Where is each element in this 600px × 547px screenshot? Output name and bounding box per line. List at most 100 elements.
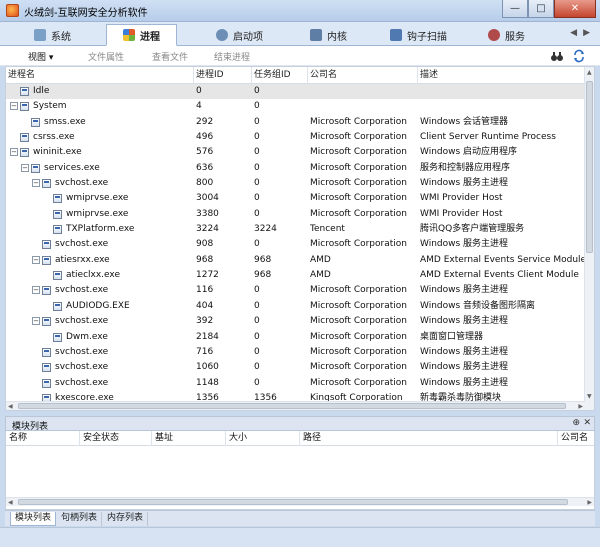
column-task-group-id[interactable]: 任务组ID bbox=[252, 67, 308, 84]
process-tgid: 968 bbox=[254, 254, 272, 265]
maximize-button[interactable]: □ bbox=[528, 0, 554, 18]
process-row[interactable]: smss.exe 292 0 Microsoft Corporation Windows… bbox=[6, 115, 585, 130]
binoculars-icon[interactable] bbox=[550, 49, 564, 63]
process-row[interactable]: TXPlatform.exe 3224 3224 Tencent 腾讯QQ多客户端管理服… bbox=[6, 222, 585, 237]
process-row[interactable]: csrss.exe 496 0 Microsoft Corporation Client… bbox=[6, 130, 585, 145]
process-pid: 4 bbox=[196, 101, 202, 112]
tab-process[interactable]: 进程 bbox=[106, 24, 177, 46]
tab-scroll-arrows[interactable]: ◀▶ bbox=[570, 28, 596, 38]
process-name: Dwm.exe bbox=[66, 331, 108, 342]
scroll-right-arrow[interactable]: ▶ bbox=[578, 403, 583, 410]
tab-module-list[interactable]: 模块列表 bbox=[10, 512, 57, 526]
process-row[interactable]: atieclxx.exe 1272 968 AMD AMD External Event… bbox=[6, 268, 585, 283]
process-row[interactable]: Dwm.exe 2184 0 Microsoft Corporation 桌面窗口管理器 bbox=[6, 330, 585, 345]
module-column-path[interactable]: 路径 bbox=[300, 431, 558, 446]
module-column-base[interactable]: 基址 bbox=[152, 431, 226, 446]
process-horizontal-scroll-thumb[interactable] bbox=[18, 403, 566, 409]
process-description: WMI Provider Host bbox=[420, 193, 503, 204]
column-company[interactable]: 公司名 bbox=[308, 67, 418, 84]
process-row[interactable]: svchost.exe 1148 0 Microsoft Corporation Win… bbox=[6, 376, 585, 391]
minimize-button[interactable]: — bbox=[502, 0, 528, 18]
process-row[interactable]: Idle 0 0 bbox=[6, 84, 585, 100]
scroll-down-arrow[interactable]: ▼ bbox=[587, 393, 592, 400]
column-pid[interactable]: 进程ID bbox=[194, 67, 252, 84]
process-description: Windows 服务主进程 bbox=[420, 377, 509, 388]
process-tgid: 0 bbox=[254, 101, 260, 112]
process-tgid: 0 bbox=[254, 285, 260, 296]
process-row[interactable]: svchost.exe 1060 0 Microsoft Corporation Win… bbox=[6, 360, 585, 375]
process-description: Windows 服务主进程 bbox=[420, 178, 509, 189]
process-vertical-scroll-thumb[interactable] bbox=[586, 81, 593, 253]
modules-scroll-right-arrow[interactable]: ▶ bbox=[587, 499, 592, 506]
process-tgid: 0 bbox=[254, 362, 260, 373]
scroll-up-arrow[interactable]: ▲ bbox=[587, 69, 592, 76]
process-row[interactable]: wmiprvse.exe 3004 0 Microsoft Corporation WM… bbox=[6, 191, 585, 206]
file-properties-button[interactable]: 文件属性 bbox=[88, 50, 124, 63]
process-pid: 392 bbox=[196, 316, 214, 327]
process-row[interactable]: − svchost.exe 392 0 Microsoft Corporation Win… bbox=[6, 314, 585, 329]
view-file-button[interactable]: 查看文件 bbox=[152, 50, 188, 63]
process-name: AUDIODG.EXE bbox=[66, 300, 130, 311]
tab-kernel[interactable]: 内核 bbox=[310, 24, 347, 46]
process-row[interactable]: − svchost.exe 116 0 Microsoft Corporation Win… bbox=[6, 283, 585, 298]
bottom-tab-bar: 模块列表 句柄列表 内存列表 bbox=[5, 510, 595, 526]
module-column-security[interactable]: 安全状态 bbox=[80, 431, 152, 446]
view-menu-button[interactable]: 视图 ▾ bbox=[28, 50, 53, 63]
module-column-company[interactable]: 公司名 bbox=[558, 431, 594, 446]
process-row[interactable]: − System 4 0 bbox=[6, 99, 585, 114]
process-row[interactable]: svchost.exe 716 0 Microsoft Corporation Wind… bbox=[6, 345, 585, 360]
refresh-icon[interactable] bbox=[572, 49, 586, 63]
process-pid: 3224 bbox=[196, 224, 219, 235]
process-name: atieclxx.exe bbox=[66, 270, 121, 281]
process-pid: 908 bbox=[196, 239, 214, 250]
pin-icon[interactable]: ⊕ bbox=[572, 418, 580, 428]
tree-collapse-toggle[interactable]: − bbox=[10, 102, 18, 111]
process-row[interactable]: − atiesrxx.exe 968 968 AMD AMD External Event… bbox=[6, 253, 586, 268]
process-row[interactable]: − svchost.exe 800 0 Microsoft Corporation Win… bbox=[6, 176, 585, 191]
process-row[interactable]: AUDIODG.EXE 404 0 Microsoft Corporation Wind… bbox=[6, 299, 585, 314]
tree-collapse-toggle[interactable]: − bbox=[21, 163, 29, 172]
tree-collapse-toggle[interactable]: − bbox=[32, 255, 40, 264]
scroll-left-arrow[interactable]: ◀ bbox=[8, 403, 13, 410]
process-name: csrss.exe bbox=[33, 132, 75, 143]
column-description[interactable]: 描述 bbox=[418, 67, 585, 84]
tab-service[interactable]: 服务 bbox=[488, 24, 525, 46]
tab-hook-scan[interactable]: 钩子扫描 bbox=[390, 24, 447, 46]
modules-scroll-left-arrow[interactable]: ◀ bbox=[8, 499, 13, 506]
process-pid: 576 bbox=[196, 147, 214, 158]
close-button[interactable]: ✕ bbox=[554, 0, 596, 18]
modules-horizontal-scroll-thumb[interactable] bbox=[18, 499, 568, 505]
panel-close-icon[interactable]: ✕ bbox=[583, 418, 591, 428]
tab-memory-list[interactable]: 内存列表 bbox=[103, 512, 149, 526]
end-process-button[interactable]: 结束进程 bbox=[214, 50, 250, 63]
tab-startup[interactable]: 启动项 bbox=[216, 24, 263, 46]
tree-collapse-toggle[interactable]: − bbox=[32, 286, 40, 295]
process-pid: 292 bbox=[196, 116, 214, 127]
tree-collapse-toggle[interactable]: − bbox=[32, 179, 40, 188]
module-column-size[interactable]: 大小 bbox=[226, 431, 300, 446]
process-row[interactable]: svchost.exe 908 0 Microsoft Corporation Wind… bbox=[6, 237, 585, 252]
column-process-name[interactable]: 进程名 bbox=[6, 67, 194, 84]
process-horizontal-scrollbar[interactable]: ◀ ▶ bbox=[6, 401, 585, 410]
process-pid: 1060 bbox=[196, 362, 219, 373]
process-row[interactable]: − services.exe 636 0 Microsoft Corporation 服务… bbox=[6, 161, 585, 176]
module-column-name[interactable]: 名称 bbox=[6, 431, 80, 446]
process-row[interactable]: − wininit.exe 576 0 Microsoft Corporation Win… bbox=[6, 145, 585, 160]
tab-system[interactable]: 系统 bbox=[34, 24, 71, 46]
tree-collapse-toggle[interactable]: − bbox=[10, 148, 18, 157]
process-description: Windows 服务主进程 bbox=[420, 316, 509, 327]
tree-collapse-toggle[interactable]: − bbox=[32, 317, 40, 326]
process-vertical-scrollbar[interactable]: ▲ ▼ bbox=[584, 67, 594, 410]
process-row[interactable]: wmiprvse.exe 3380 0 Microsoft Corporation WM… bbox=[6, 207, 585, 222]
process-tgid: 0 bbox=[254, 116, 260, 127]
modules-horizontal-scrollbar[interactable]: ◀ ▶ bbox=[6, 497, 594, 506]
process-tgid: 0 bbox=[254, 147, 260, 158]
process-tgid: 0 bbox=[254, 300, 260, 311]
process-name: smss.exe bbox=[44, 116, 86, 127]
tab-handle-list[interactable]: 句柄列表 bbox=[57, 512, 103, 526]
process-description: Windows 音频设备图形隔离 bbox=[420, 300, 536, 311]
process-company: AMD bbox=[310, 254, 331, 265]
process-icon bbox=[53, 209, 62, 219]
process-name: atiesrxx.exe bbox=[55, 254, 110, 265]
process-company: Microsoft Corporation bbox=[310, 239, 407, 250]
